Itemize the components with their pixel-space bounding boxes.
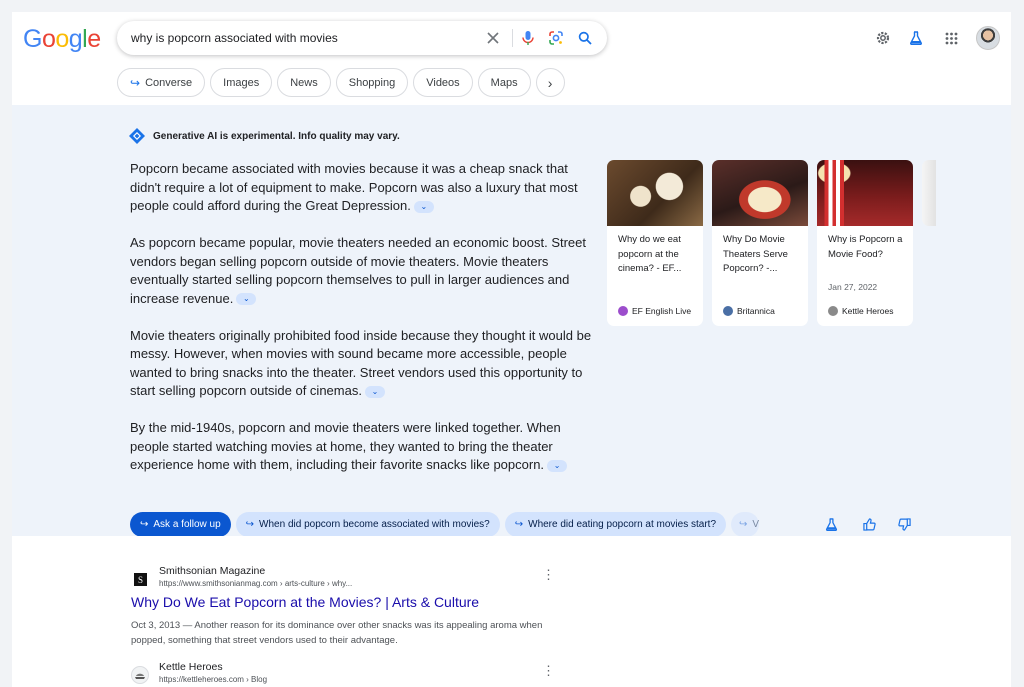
svg-text:S: S [137,575,142,585]
gemini-diamond-icon [129,128,145,144]
search-icon[interactable] [576,29,594,47]
search-result: S Smithsonian Magazine https://www.smith… [131,565,561,650]
card-source: Britannica [723,306,775,316]
more-options-icon[interactable]: ⋮ [542,568,555,581]
result-url[interactable]: https://www.smithsonianmag.com › arts-cu… [159,579,352,588]
thumbs-up-icon[interactable] [861,516,877,532]
source-card[interactable]: Why do we eat popcorn at the cinema? - E… [607,160,703,326]
labs-flask-icon[interactable] [823,516,839,532]
logo-letter: g [68,25,83,53]
followup-chip[interactable]: ↪ When did popcorn become associated with… [235,512,500,537]
search-result: Kettle Heroes https://kettleheroes.com ›… [131,661,561,687]
ai-paragraph: As popcorn became popular, movie theater… [130,235,587,306]
chip-news[interactable]: News [277,68,331,97]
logo-letter: o [41,25,56,53]
kettle-heroes-favicon-icon [828,306,838,316]
chip-videos[interactable]: Videos [413,68,473,97]
ai-paragraph: Popcorn became associated with movies be… [130,161,578,213]
ai-paragraph: Movie theaters originally prohibited foo… [130,327,592,399]
clear-icon[interactable] [484,29,502,47]
labs-flask-icon[interactable] [906,28,926,48]
chip-more-button[interactable]: › [535,68,565,97]
logo-letter: e [87,25,101,53]
followup-chips: ↪ Ask a follow up ↪ When did popcorn becom… [130,512,759,537]
search-divider [512,29,513,47]
ask-follow-up-button[interactable]: ↪ Ask a follow up [130,512,231,537]
ai-paragraph: By the mid-1940s, popcorn and movie thea… [130,419,592,475]
search-input[interactable]: why is popcorn associated with movies [131,31,338,45]
expand-chevron-icon[interactable]: ⌄ [364,385,385,398]
followup-chip-peek[interactable]: ↪ V [731,512,759,537]
smithsonian-favicon-icon: S [131,570,149,588]
result-site-name: Smithsonian Magazine [159,565,266,577]
kettle-heroes-favicon-icon [131,666,149,684]
settings-gear-icon[interactable] [873,28,893,48]
follow-arrow-icon: ↪ [130,75,141,90]
source-card[interactable]: Why Do Movie Theaters Serve Popcorn? -..… [712,160,808,326]
expand-chevron-icon[interactable]: ⌄ [236,293,257,306]
chip-images[interactable]: Images [210,68,273,97]
next-card-peek[interactable] [922,160,936,226]
more-options-icon[interactable]: ⋮ [542,664,555,677]
ai-badge: Generative AI is experimental. Info qual… [129,128,400,144]
popcorn-spilled-thumbnail [607,160,703,226]
expand-chevron-icon[interactable]: ⌄ [413,200,434,213]
popcorn-bowl-thumbnail [712,160,808,226]
followup-chip[interactable]: ↪ Where did eating popcorn at movies star… [504,512,727,537]
result-title-link[interactable]: Why Do We Eat Popcorn at the Movies? | A… [131,594,479,610]
filter-chips: ↪ Converse Images News Shopping Videos Ma… [117,68,565,97]
chip-converse[interactable]: ↪ Converse [117,68,206,97]
ef-favicon-icon [618,306,628,316]
britannica-favicon-icon [723,306,733,316]
logo-letter: G [23,25,42,53]
avatar[interactable] [976,26,1000,50]
mic-icon[interactable] [519,29,537,47]
source-cards: Why do we eat popcorn at the cinema? - E… [607,160,936,326]
popcorn-cinema-thumbnail [817,160,913,226]
follow-arrow-icon: ↪ [514,519,524,530]
source-card[interactable]: Why is Popcorn a Movie Food? Jan 27, 202… [817,160,913,326]
result-url[interactable]: https://kettleheroes.com › Blog [159,675,267,684]
follow-arrow-icon: ↪ [245,519,255,530]
card-source: EF English Live [618,306,691,316]
expand-chevron-icon[interactable]: ⌄ [547,459,568,472]
chip-maps[interactable]: Maps [477,68,531,97]
result-snippet: Oct 3, 2013 — Another reason for its dom… [131,620,543,646]
logo-letter: o [55,25,69,53]
apps-grid-icon[interactable] [941,28,961,48]
search-box[interactable]: why is popcorn associated with movies [117,21,607,55]
chevron-right-icon: › [547,74,553,91]
follow-arrow-icon: ↪ [739,519,748,530]
follow-arrow-icon: ↪ [140,519,149,530]
chip-shopping[interactable]: Shopping [335,68,409,97]
page: Google why is popcorn associated with mo… [12,12,1011,687]
thumbs-down-icon[interactable] [896,516,912,532]
search-results: S Smithsonian Magazine https://www.smith… [12,536,1011,687]
ai-overview-text: Popcorn became associated with movies be… [130,160,592,493]
card-source: Kettle Heroes [828,306,894,316]
header: Google why is popcorn associated with mo… [12,12,1011,105]
google-logo[interactable]: Google [23,25,101,54]
ai-overview: Generative AI is experimental. Info qual… [12,105,1011,537]
lens-icon[interactable] [547,29,565,47]
result-site-name: Kettle Heroes [159,661,223,673]
